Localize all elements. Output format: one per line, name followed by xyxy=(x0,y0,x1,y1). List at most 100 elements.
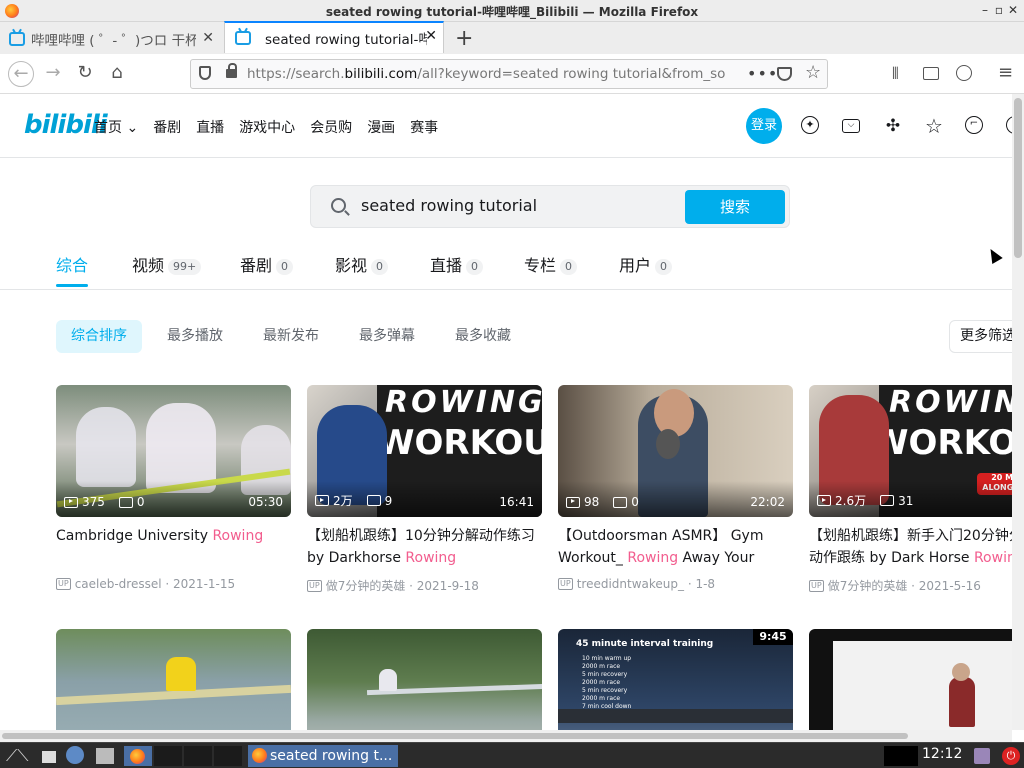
more-filters-button[interactable]: 更多筛选 xyxy=(949,320,1012,353)
user-icon[interactable] xyxy=(974,748,990,764)
sort-default[interactable]: 综合排序 xyxy=(56,320,142,353)
workspace-3[interactable] xyxy=(214,746,242,766)
tab-bilibili-home[interactable]: 哔哩哔哩 ( ゜- ゜)つロ 干杯~ ✕ xyxy=(0,24,222,54)
tab-all[interactable]: 综合 xyxy=(56,252,88,276)
nav-live[interactable]: 直播 xyxy=(196,117,224,137)
video-date: 2021-9-18 xyxy=(416,578,479,593)
video-card[interactable]: 9:45 45 minute interval training 10 min … xyxy=(558,629,793,730)
close-tab-icon[interactable]: ✕ xyxy=(202,30,214,46)
tab-live[interactable]: 直播 0 xyxy=(430,252,484,276)
file-manager-icon[interactable] xyxy=(96,748,114,764)
nav-game-center[interactable]: 游戏中心 xyxy=(239,117,295,137)
new-tab-button[interactable]: + xyxy=(455,26,473,51)
login-button[interactable]: 登录 xyxy=(746,108,782,144)
video-card[interactable] xyxy=(307,629,542,730)
close-window-button[interactable]: ✕ xyxy=(1006,3,1020,17)
dynamics-icon[interactable]: ✣ xyxy=(883,116,903,136)
video-thumbnail[interactable]: 98 0 22:02 xyxy=(558,385,793,517)
thumbnail-schedule: 10 min warm up 2000 m race 5 min recovery 2… xyxy=(582,655,632,710)
video-card[interactable]: ROWING WORKOUT 2万 9 16:41 【划船机跟练】10分钟分解动作… xyxy=(307,385,542,594)
video-card[interactable]: 98 0 22:02 【Outdoorsman ASMR】 Gym Workout… xyxy=(558,385,793,591)
video-card[interactable] xyxy=(56,629,291,730)
start-menu-icon[interactable]: ⟋⟍ xyxy=(6,746,36,766)
video-card[interactable] xyxy=(809,629,1012,730)
tracking-shield-icon[interactable] xyxy=(199,66,211,80)
page-actions-icon[interactable]: ••• xyxy=(747,64,778,83)
minimize-button[interactable]: – xyxy=(978,3,992,17)
scrollbar-thumb[interactable] xyxy=(1014,98,1022,258)
menu-icon[interactable]: ≡ xyxy=(998,62,1013,83)
video-card[interactable]: 375 0 05:30 Cambridge University Rowing U… xyxy=(56,385,291,591)
tab-anime[interactable]: 番剧 0 xyxy=(240,252,294,276)
url-bar[interactable]: https://search.bilibili.com/all?keyword=… xyxy=(190,59,828,89)
video-thumbnail[interactable] xyxy=(307,629,542,730)
vip-icon[interactable]: ✦ xyxy=(801,116,819,134)
bookmark-star-icon[interactable]: ☆ xyxy=(805,62,821,83)
play-count-icon xyxy=(64,496,78,508)
sort-most-favorited[interactable]: 最多收藏 xyxy=(440,320,526,353)
scrollbar-thumb[interactable] xyxy=(2,733,908,739)
search-button[interactable]: 搜索 xyxy=(685,190,785,224)
search-input[interactable]: seated rowing tutorial xyxy=(361,196,537,215)
pocket-icon[interactable] xyxy=(777,67,792,81)
maximize-button[interactable]: ▫ xyxy=(992,3,1006,17)
firefox-launcher[interactable] xyxy=(124,746,152,766)
video-title[interactable]: 【划船机跟练】10分钟分解动作练习 by Darkhorse Rowing xyxy=(307,525,542,569)
power-icon[interactable]: ⏻ xyxy=(1002,747,1020,765)
video-title[interactable]: Cambridge University Rowing xyxy=(56,525,291,569)
message-icon[interactable]: ⌵ xyxy=(842,119,860,133)
bilibili-favicon-icon xyxy=(9,32,25,46)
play-count: 375 xyxy=(82,495,105,509)
video-card[interactable]: ROWING WORKOUT 20 MINALONG WO 2.6万31 【划船… xyxy=(809,385,1012,594)
video-title[interactable]: 【划船机跟练】新手入门20分钟分解动作跟练 by Dark Horse Rowi… xyxy=(809,525,1012,569)
favorites-icon[interactable]: ☆ xyxy=(924,116,944,136)
taskbar-firefox-window[interactable]: seated rowing t... xyxy=(248,745,398,767)
video-duration: 16:41 xyxy=(499,495,534,509)
vertical-scrollbar[interactable] xyxy=(1012,94,1024,730)
url-text[interactable]: https://search.bilibili.com/all?keyword=… xyxy=(247,66,727,82)
tab-film[interactable]: 影视 0 xyxy=(335,252,389,276)
video-thumbnail[interactable]: ROWING WORKOUT 2万 9 16:41 xyxy=(307,385,542,517)
home-button[interactable]: ⌂ xyxy=(105,62,129,86)
sort-newest[interactable]: 最新发布 xyxy=(248,320,334,353)
history-icon[interactable]: ⌐ xyxy=(965,116,983,134)
nav-esports[interactable]: 赛事 xyxy=(410,117,438,137)
video-author[interactable]: treedidntwakeup_ xyxy=(577,577,684,591)
tab-user[interactable]: 用户 0 xyxy=(619,252,673,276)
video-thumbnail[interactable] xyxy=(809,629,1012,730)
nav-home[interactable]: 首页 ⌄ xyxy=(94,117,138,137)
lock-icon[interactable] xyxy=(226,63,237,78)
danmaku-count: 9 xyxy=(384,493,393,508)
workspace-1[interactable] xyxy=(154,746,182,766)
video-title[interactable]: 【Outdoorsman ASMR】 Gym Workout_ Rowing A… xyxy=(558,525,793,569)
tab-search-results[interactable]: seated rowing tutorial-哔哩 ✕ xyxy=(224,21,444,53)
horizontal-scrollbar[interactable] xyxy=(0,730,1012,742)
sidebar-icon[interactable] xyxy=(923,67,939,80)
workspace-2[interactable] xyxy=(184,746,212,766)
video-author[interactable]: 做7分钟的英雄 xyxy=(326,577,406,594)
account-icon[interactable] xyxy=(956,65,972,81)
video-thumbnail[interactable]: 9:45 45 minute interval training 10 min … xyxy=(558,629,793,730)
tab-article[interactable]: 专栏 0 xyxy=(524,252,578,276)
close-tab-icon[interactable]: ✕ xyxy=(425,28,437,44)
video-thumbnail[interactable] xyxy=(56,629,291,730)
nav-manga[interactable]: 漫画 xyxy=(367,117,395,137)
video-thumbnail[interactable]: ROWING WORKOUT 20 MINALONG WO 2.6万31 xyxy=(809,385,1012,517)
sort-most-danmaku[interactable]: 最多弹幕 xyxy=(344,320,430,353)
nav-anime[interactable]: 番剧 xyxy=(153,117,181,137)
video-author[interactable]: caeleb-dressel xyxy=(75,577,162,591)
search-box: seated rowing tutorial 搜索 xyxy=(310,185,790,228)
video-author[interactable]: 做7分钟的英雄 xyxy=(828,577,908,594)
video-thumbnail[interactable]: 375 0 05:30 xyxy=(56,385,291,517)
video-date: 2021-5-16 xyxy=(918,578,981,593)
video-duration: 05:30 xyxy=(248,495,283,509)
back-button[interactable]: ← xyxy=(8,61,34,87)
reload-button[interactable]: ↻ xyxy=(73,62,97,86)
forward-button[interactable]: → xyxy=(41,62,65,86)
browser-launcher-icon[interactable] xyxy=(66,746,84,764)
tab-video[interactable]: 视频 99+ xyxy=(132,252,202,276)
library-icon[interactable]: ⫴ xyxy=(892,64,899,84)
show-desktop-icon[interactable] xyxy=(42,751,56,763)
nav-shop[interactable]: 会员购 xyxy=(310,117,352,137)
sort-most-played[interactable]: 最多播放 xyxy=(152,320,238,353)
